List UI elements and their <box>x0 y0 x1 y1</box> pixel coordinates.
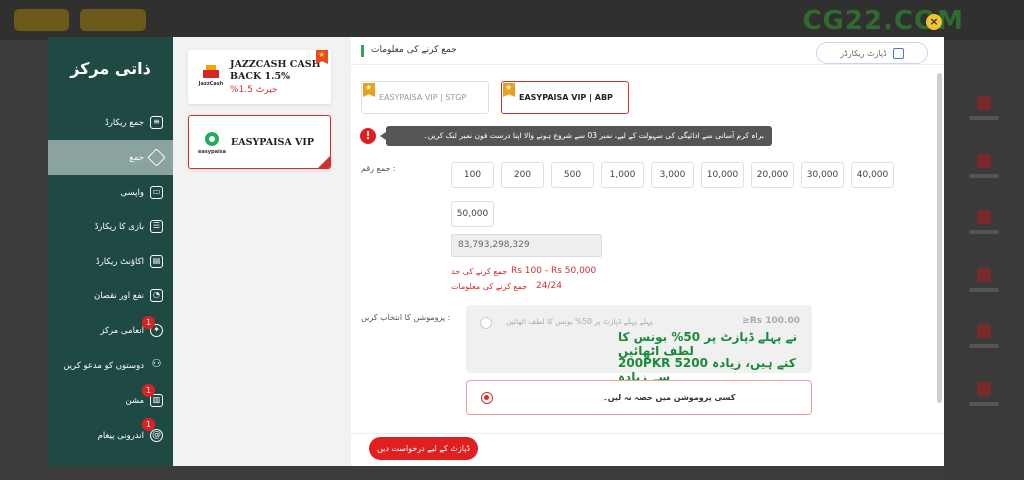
profit-loss-icon: ◔ <box>150 289 163 302</box>
deposit-count-value: 24/24 <box>536 281 562 291</box>
sidebar-item-label: جمع <box>129 152 144 163</box>
history-label: ڈپازٹ ریکارڈز <box>840 48 887 58</box>
sidebar-item-reward-center[interactable]: انعامی مرکز ✦ <box>48 313 173 348</box>
background-nav-item <box>964 210 1004 244</box>
vendor-label: EASYPAISA VIP | ABP <box>519 93 613 102</box>
background-nav-item <box>964 324 1004 358</box>
method-card-easypaisa[interactable]: easypaisa EASYPAISA VIP <box>188 115 331 169</box>
background-topbar: CG22.COM <box>0 0 1024 40</box>
deposit-icon <box>147 148 166 167</box>
promo-subtitle: پہلے پہلے ڈپازٹ پر 50% بونس کا لطف اٹھائ… <box>506 317 653 326</box>
notification-badge: 1 <box>142 316 155 329</box>
sidebar-item-deposit[interactable]: جمع <box>48 140 173 175</box>
method-card-jazzcash[interactable]: JazzCash JAZZCASH CASH BACK 1.5% %جیرٹ 1… <box>188 50 331 104</box>
submit-deposit-button[interactable]: ڈپازٹ کے لیے درخواست دیں <box>369 437 478 460</box>
promo-radio[interactable] <box>480 317 492 329</box>
background-pill <box>80 9 146 31</box>
amount-option[interactable]: 3,000 <box>651 162 694 188</box>
vendor-tab-stgp[interactable]: EASYPAISA VIP | STGP <box>361 81 489 114</box>
sidebar-item-label: مشن <box>125 395 144 406</box>
sidebar-item-label: نفع اور نقصان <box>93 290 144 301</box>
background-nav-item <box>964 382 1004 416</box>
wallet-icon: ≡ <box>150 116 163 129</box>
promo-none-label: کسی پروموشن میں حصہ نہ لیں۔ <box>603 393 736 402</box>
sidebar-item-label: اندرونی پیغام <box>97 430 144 441</box>
jazzcash-logo: JazzCash <box>197 63 225 91</box>
hot-star-icon <box>503 83 515 97</box>
jazzcash-logo-text: JazzCash <box>198 81 224 87</box>
sidebar-title: ذاتی مرکز <box>70 59 151 78</box>
amount-option[interactable]: 100 <box>451 162 494 188</box>
vendor-label: EASYPAISA VIP | STGP <box>379 93 467 102</box>
selected-check-icon <box>318 156 330 168</box>
promo-option-first-deposit[interactable]: پہلے پہلے ڈپازٹ پر 50% بونس کا لطف اٹھائ… <box>466 305 812 384</box>
background-right-nav <box>944 40 1024 480</box>
promo-radio-selected[interactable] <box>481 392 493 404</box>
content-header: جمع کرنے کی معلومات ڈپازٹ ریکارڈز <box>351 37 944 65</box>
sidebar-item-label: بازی کا ریکارڈ <box>94 221 144 232</box>
sidebar-item-label: انعامی مرکز <box>100 325 144 336</box>
bet-record-icon: ☰ <box>150 220 163 233</box>
amount-input[interactable]: 83,793,298,329 <box>451 234 602 257</box>
promo-headline: نے پہلے ڈپازٹ پر 50% بونس کا لطف اٹھائیں <box>618 330 798 358</box>
easypaisa-logo-text: easypaisa <box>198 149 226 155</box>
history-icon <box>892 47 904 59</box>
promo-min-amount: ≥Rs 100.00 <box>742 316 800 326</box>
amount-label: جمع رقم : <box>361 164 396 173</box>
amount-option[interactable]: 40,000 <box>851 162 894 188</box>
background-pill <box>14 9 69 31</box>
sidebar-item-label: واپسی <box>120 187 145 198</box>
notification-badge: 1 <box>142 384 155 397</box>
method-cashback: %جیرٹ 1.5 <box>230 85 278 95</box>
sidebar-item-bet-record[interactable]: بازی کا ریکارڈ ☰ <box>48 209 173 244</box>
method-name: JAZZCASH CASH BACK 1.5% <box>230 59 321 82</box>
header-accent <box>361 45 364 57</box>
message-icon: @ <box>150 429 163 442</box>
amount-option[interactable]: 20,000 <box>751 162 794 188</box>
personal-center-modal: ذاتی مرکز جمع ریکارڈ ≡ جمع واپسی ▭ بازی … <box>48 37 944 466</box>
amount-option[interactable]: 500 <box>551 162 594 188</box>
background-nav-item <box>964 96 1004 130</box>
background-nav-item <box>964 154 1004 188</box>
method-name: EASYPAISA VIP <box>231 137 315 148</box>
background-nav-item <box>964 268 1004 302</box>
vendor-tab-abp[interactable]: EASYPAISA VIP | ABP <box>501 81 629 114</box>
easypaisa-logo: easypaisa <box>198 129 226 157</box>
amount-option[interactable]: 10,000 <box>701 162 744 188</box>
sidebar-item-label: دوستوں کو مدعو کریں <box>63 360 144 371</box>
withdraw-icon: ▭ <box>150 186 163 199</box>
deposit-limit-label: جمع کرنے کی حد <box>451 267 508 276</box>
sidebar-item-invite-friends[interactable]: دوستوں کو مدعو کریں ⚇ <box>48 348 173 383</box>
deposit-limit-value: Rs 100 - Rs 50,000 <box>511 266 597 276</box>
promotion-label: پروموشن کا انتخاب کریں : <box>361 313 451 322</box>
amount-option[interactable]: 50,000 <box>451 201 494 227</box>
invite-icon: ⚇ <box>151 357 162 370</box>
notification-badge: 1 <box>142 418 155 431</box>
notice-tooltip: براہ کرم آسانی سے ادائیگی کی سہولت کے لی… <box>380 126 772 146</box>
deposit-content: جمع کرنے کی معلومات ڈپازٹ ریکارڈز EASYPA… <box>351 37 944 466</box>
deposit-count-label: جمع کرنے کی معلومات <box>451 282 528 291</box>
amount-option[interactable]: 200 <box>501 162 544 188</box>
deposit-history-button[interactable]: ڈپازٹ ریکارڈز <box>816 42 928 64</box>
close-icon[interactable]: × <box>926 14 942 30</box>
footer-bar: ڈپازٹ کے لیے درخواست دیں <box>351 433 944 466</box>
account-record-icon: ▤ <box>150 255 163 268</box>
sidebar-item-deposit-record[interactable]: جمع ریکارڈ ≡ <box>48 105 173 140</box>
scrollbar[interactable] <box>937 73 942 403</box>
hot-star-icon <box>363 83 375 97</box>
sidebar-item-withdraw[interactable]: واپسی ▭ <box>48 175 173 210</box>
page-title: جمع کرنے کی معلومات <box>371 45 457 55</box>
promo-option-none[interactable]: کسی پروموشن میں حصہ نہ لیں۔ <box>466 380 812 415</box>
warning-icon: ! <box>360 128 376 144</box>
sidebar: ذاتی مرکز جمع ریکارڈ ≡ جمع واپسی ▭ بازی … <box>48 37 173 466</box>
amount-option[interactable]: 30,000 <box>801 162 844 188</box>
sidebar-item-label: جمع ریکارڈ <box>104 117 144 128</box>
payment-methods-panel: JazzCash JAZZCASH CASH BACK 1.5% %جیرٹ 1… <box>173 37 351 466</box>
sidebar-item-label: اکاؤنٹ ریکارڈ <box>95 256 144 267</box>
sidebar-item-account-record[interactable]: اکاؤنٹ ریکارڈ ▤ <box>48 244 173 279</box>
sidebar-item-profit-loss[interactable]: نفع اور نقصان ◔ <box>48 278 173 313</box>
amount-option[interactable]: 1,000 <box>601 162 644 188</box>
